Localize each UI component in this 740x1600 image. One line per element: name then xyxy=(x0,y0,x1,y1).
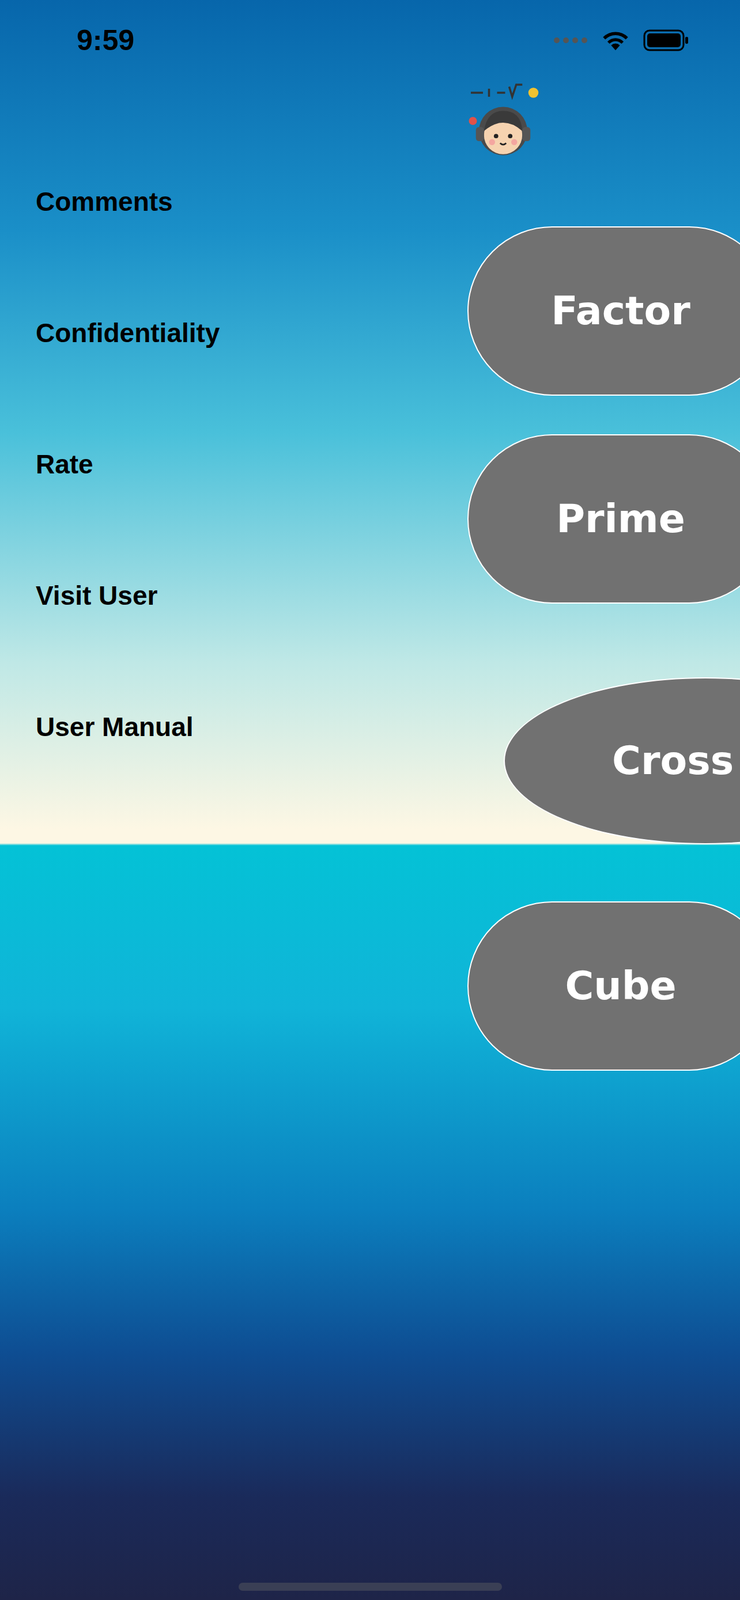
menu-item[interactable]: Rate xyxy=(35,448,468,580)
menu-item[interactable]: User Manual xyxy=(35,711,468,843)
game-button[interactable]: Cube xyxy=(467,901,740,1072)
menu-item[interactable]: Comments xyxy=(35,185,468,317)
home-indicator-row xyxy=(0,1566,740,1600)
game-button[interactable]: Prime xyxy=(467,434,740,604)
game-button[interactable]: Factor xyxy=(467,226,740,396)
menu-item[interactable]: Visit User xyxy=(35,579,468,712)
status-bar: 9:59 xyxy=(0,0,740,77)
wifi-icon xyxy=(600,28,631,52)
main-area: CommentsConfidentialityRateVisit UserUse… xyxy=(0,162,740,1567)
avatar-logo-icon xyxy=(462,80,544,162)
status-time: 9:59 xyxy=(76,19,135,63)
battery-icon xyxy=(643,29,690,52)
screen: 9:59 CommentsConfidentialityRateVisit Use… xyxy=(0,0,740,1600)
avatar-row xyxy=(0,76,740,163)
signal-icon xyxy=(553,36,588,44)
button-column: Factor Prime Cross Cube xyxy=(467,162,740,1567)
side-menu: CommentsConfidentialityRateVisit UserUse… xyxy=(0,162,468,1567)
home-indicator[interactable] xyxy=(238,1583,502,1592)
cross-button[interactable]: Cross xyxy=(503,677,740,845)
menu-item[interactable]: Confidentiality xyxy=(35,316,468,449)
